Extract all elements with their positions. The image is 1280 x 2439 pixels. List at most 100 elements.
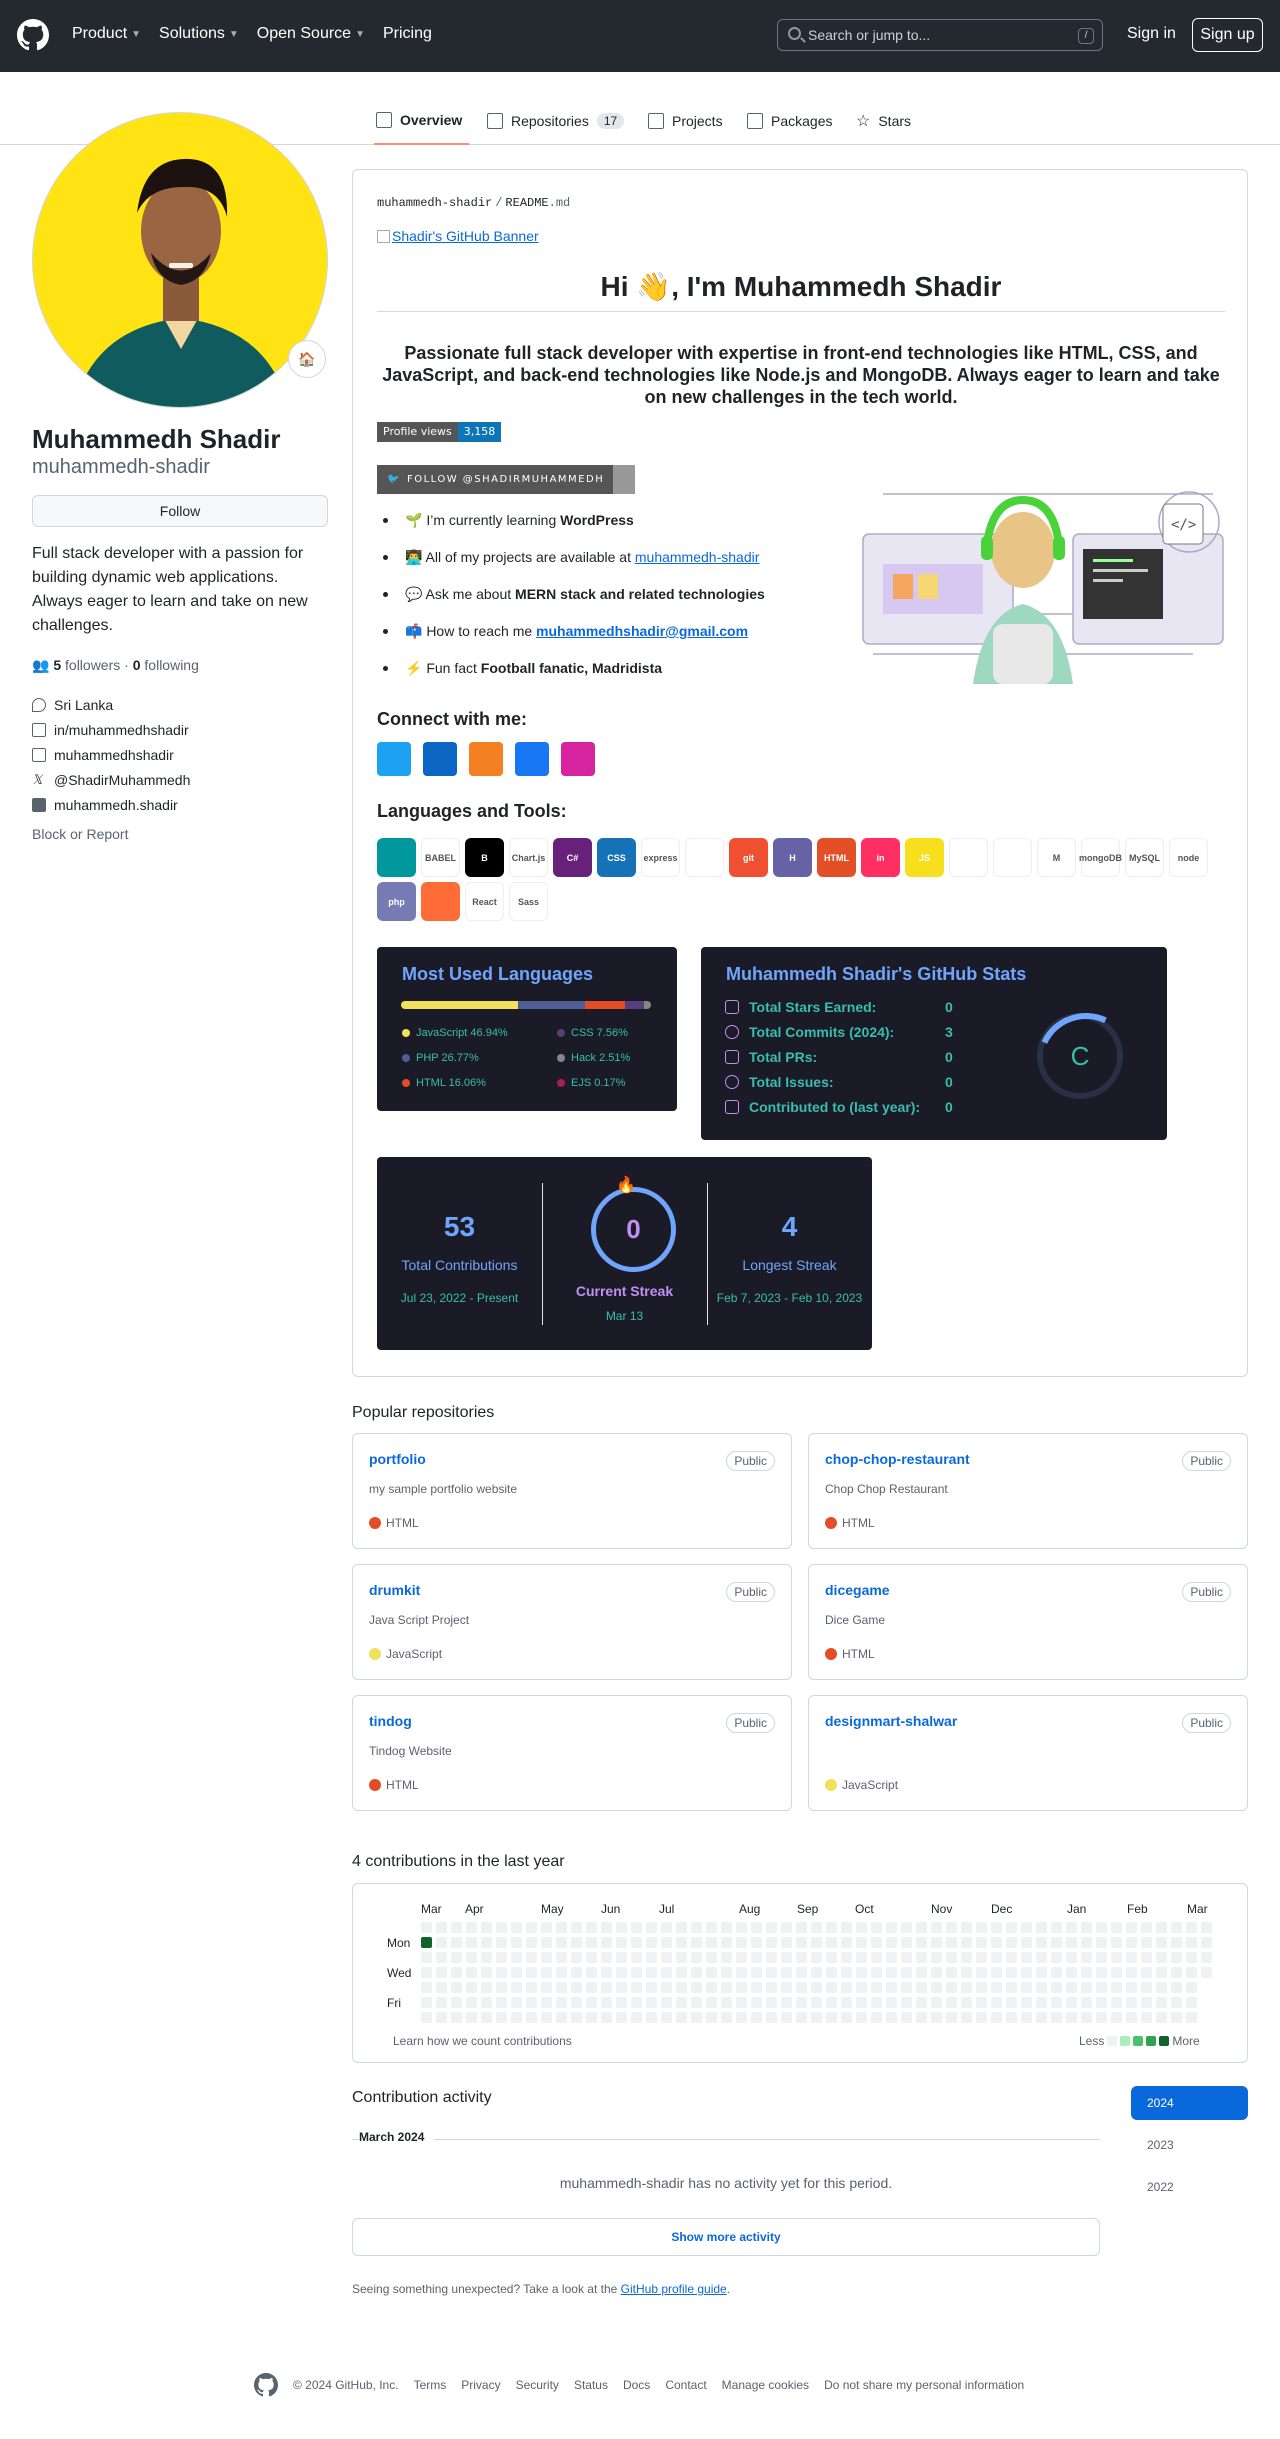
contribution-day[interactable] <box>1126 1952 1137 1963</box>
contribution-day[interactable] <box>586 1922 597 1933</box>
contribution-day[interactable] <box>511 1982 522 1993</box>
contribution-day[interactable] <box>856 1982 867 1993</box>
tool-icon[interactable]: Sass <box>509 882 548 921</box>
contribution-day[interactable] <box>766 1997 777 2008</box>
tab-repositories[interactable]: Repositories 17 <box>487 97 625 145</box>
contribution-day[interactable] <box>781 1997 792 2008</box>
contribution-day[interactable] <box>1081 1967 1092 1978</box>
contribution-day[interactable] <box>1201 1937 1212 1948</box>
search-input[interactable]: Search or jump to... / <box>777 19 1103 51</box>
contribution-day[interactable] <box>421 1952 432 1963</box>
contribution-day[interactable] <box>421 1982 432 1993</box>
contribution-day[interactable] <box>1006 2012 1017 2023</box>
contribution-day[interactable] <box>901 1952 912 1963</box>
contribution-day[interactable] <box>1156 2012 1167 2023</box>
contribution-day[interactable] <box>1051 1967 1062 1978</box>
contribution-day[interactable] <box>916 1982 927 1993</box>
contribution-day[interactable] <box>526 1937 537 1948</box>
contribution-day[interactable] <box>751 1937 762 1948</box>
contribution-day[interactable] <box>1006 1997 1017 2008</box>
contribution-day[interactable] <box>646 2012 657 2023</box>
tool-icon[interactable] <box>421 882 460 921</box>
contribution-day[interactable] <box>946 1937 957 1948</box>
contribution-day[interactable] <box>1006 1952 1017 1963</box>
contribution-day[interactable] <box>571 2012 582 2023</box>
nav-open-source[interactable]: Open Source ▼ <box>257 25 365 43</box>
contribution-day[interactable] <box>781 1922 792 1933</box>
contribution-day[interactable] <box>631 1952 642 1963</box>
contribution-day[interactable] <box>706 1937 717 1948</box>
repo-name-link[interactable]: drumkit <box>369 1582 420 1598</box>
contribution-day[interactable] <box>886 1952 897 1963</box>
contribution-day[interactable] <box>1171 1922 1182 1933</box>
contribution-day[interactable] <box>481 1937 492 1948</box>
contribution-day[interactable] <box>1096 1982 1107 1993</box>
contribution-day[interactable] <box>706 1952 717 1963</box>
contribution-day[interactable] <box>451 1922 462 1933</box>
contribution-day[interactable] <box>826 1967 837 1978</box>
contribution-day[interactable] <box>1141 2012 1152 2023</box>
contribution-day[interactable] <box>901 1982 912 1993</box>
contribution-day[interactable] <box>466 1937 477 1948</box>
contribution-day[interactable] <box>1051 1952 1062 1963</box>
contribution-day[interactable] <box>976 1982 987 1993</box>
contribution-day[interactable] <box>916 1952 927 1963</box>
contribution-day[interactable] <box>1006 1982 1017 1993</box>
contribution-day[interactable] <box>616 2012 627 2023</box>
github-logo-icon[interactable] <box>17 19 49 51</box>
contribution-day[interactable] <box>946 1952 957 1963</box>
tab-packages[interactable]: Packages <box>747 97 832 145</box>
linkedin-link[interactable]: in/muhammedhshadir <box>32 722 189 738</box>
contribution-day[interactable] <box>976 1922 987 1933</box>
tab-projects[interactable]: Projects <box>648 97 723 145</box>
contribution-day[interactable] <box>1111 1982 1122 1993</box>
contribution-day[interactable] <box>541 1967 552 1978</box>
tool-icon[interactable]: in <box>861 838 900 877</box>
contribution-day[interactable] <box>1081 2012 1092 2023</box>
contribution-day[interactable] <box>541 1937 552 1948</box>
contribution-day[interactable] <box>1096 1997 1107 2008</box>
contribution-day[interactable] <box>1021 2012 1032 2023</box>
contribution-day[interactable] <box>826 1982 837 1993</box>
contribution-day[interactable] <box>571 1937 582 1948</box>
contribution-day[interactable] <box>1036 1922 1047 1933</box>
contribution-day[interactable] <box>571 1922 582 1933</box>
tool-icon[interactable]: mongoDB <box>1079 838 1122 877</box>
contribution-day[interactable] <box>1156 1937 1167 1948</box>
contribution-day[interactable] <box>1141 1982 1152 1993</box>
contribution-day[interactable] <box>496 1967 507 1978</box>
contribution-day[interactable] <box>541 1982 552 1993</box>
contribution-day[interactable] <box>886 1937 897 1948</box>
contribution-day[interactable] <box>556 1922 567 1933</box>
tool-icon[interactable]: C# <box>553 838 592 877</box>
contribution-day[interactable] <box>946 1967 957 1978</box>
contribution-day[interactable] <box>796 1952 807 1963</box>
contribution-day[interactable] <box>796 1967 807 1978</box>
contribution-day[interactable] <box>931 2012 942 2023</box>
contribution-day[interactable] <box>916 2012 927 2023</box>
contribution-day[interactable] <box>556 2012 567 2023</box>
contribution-day[interactable] <box>991 1952 1002 1963</box>
contribution-day[interactable] <box>976 2012 987 2023</box>
contribution-day[interactable] <box>841 1982 852 1993</box>
contribution-day[interactable] <box>826 1937 837 1948</box>
contribution-day[interactable] <box>1051 1997 1062 2008</box>
contribution-day[interactable] <box>631 1997 642 2008</box>
contribution-day[interactable] <box>736 1937 747 1948</box>
contribution-day[interactable] <box>901 1937 912 1948</box>
repo-name-link[interactable]: designmart-shalwar <box>825 1713 957 1729</box>
contribution-day[interactable] <box>1051 1982 1062 1993</box>
contribution-day[interactable] <box>1141 1967 1152 1978</box>
contribution-day[interactable] <box>856 1937 867 1948</box>
contribution-day[interactable] <box>706 1922 717 1933</box>
nav-product[interactable]: Product ▼ <box>72 25 141 43</box>
contribution-day[interactable] <box>781 1967 792 1978</box>
contribution-day[interactable] <box>511 1967 522 1978</box>
contribution-day[interactable] <box>1201 1952 1212 1963</box>
contribution-day[interactable] <box>766 1922 777 1933</box>
contribution-day[interactable] <box>1141 1922 1152 1933</box>
contribution-day[interactable] <box>676 1967 687 1978</box>
contribution-day[interactable] <box>1171 1997 1182 2008</box>
contribution-day[interactable] <box>1036 1997 1047 2008</box>
contribution-day[interactable] <box>1081 1952 1092 1963</box>
